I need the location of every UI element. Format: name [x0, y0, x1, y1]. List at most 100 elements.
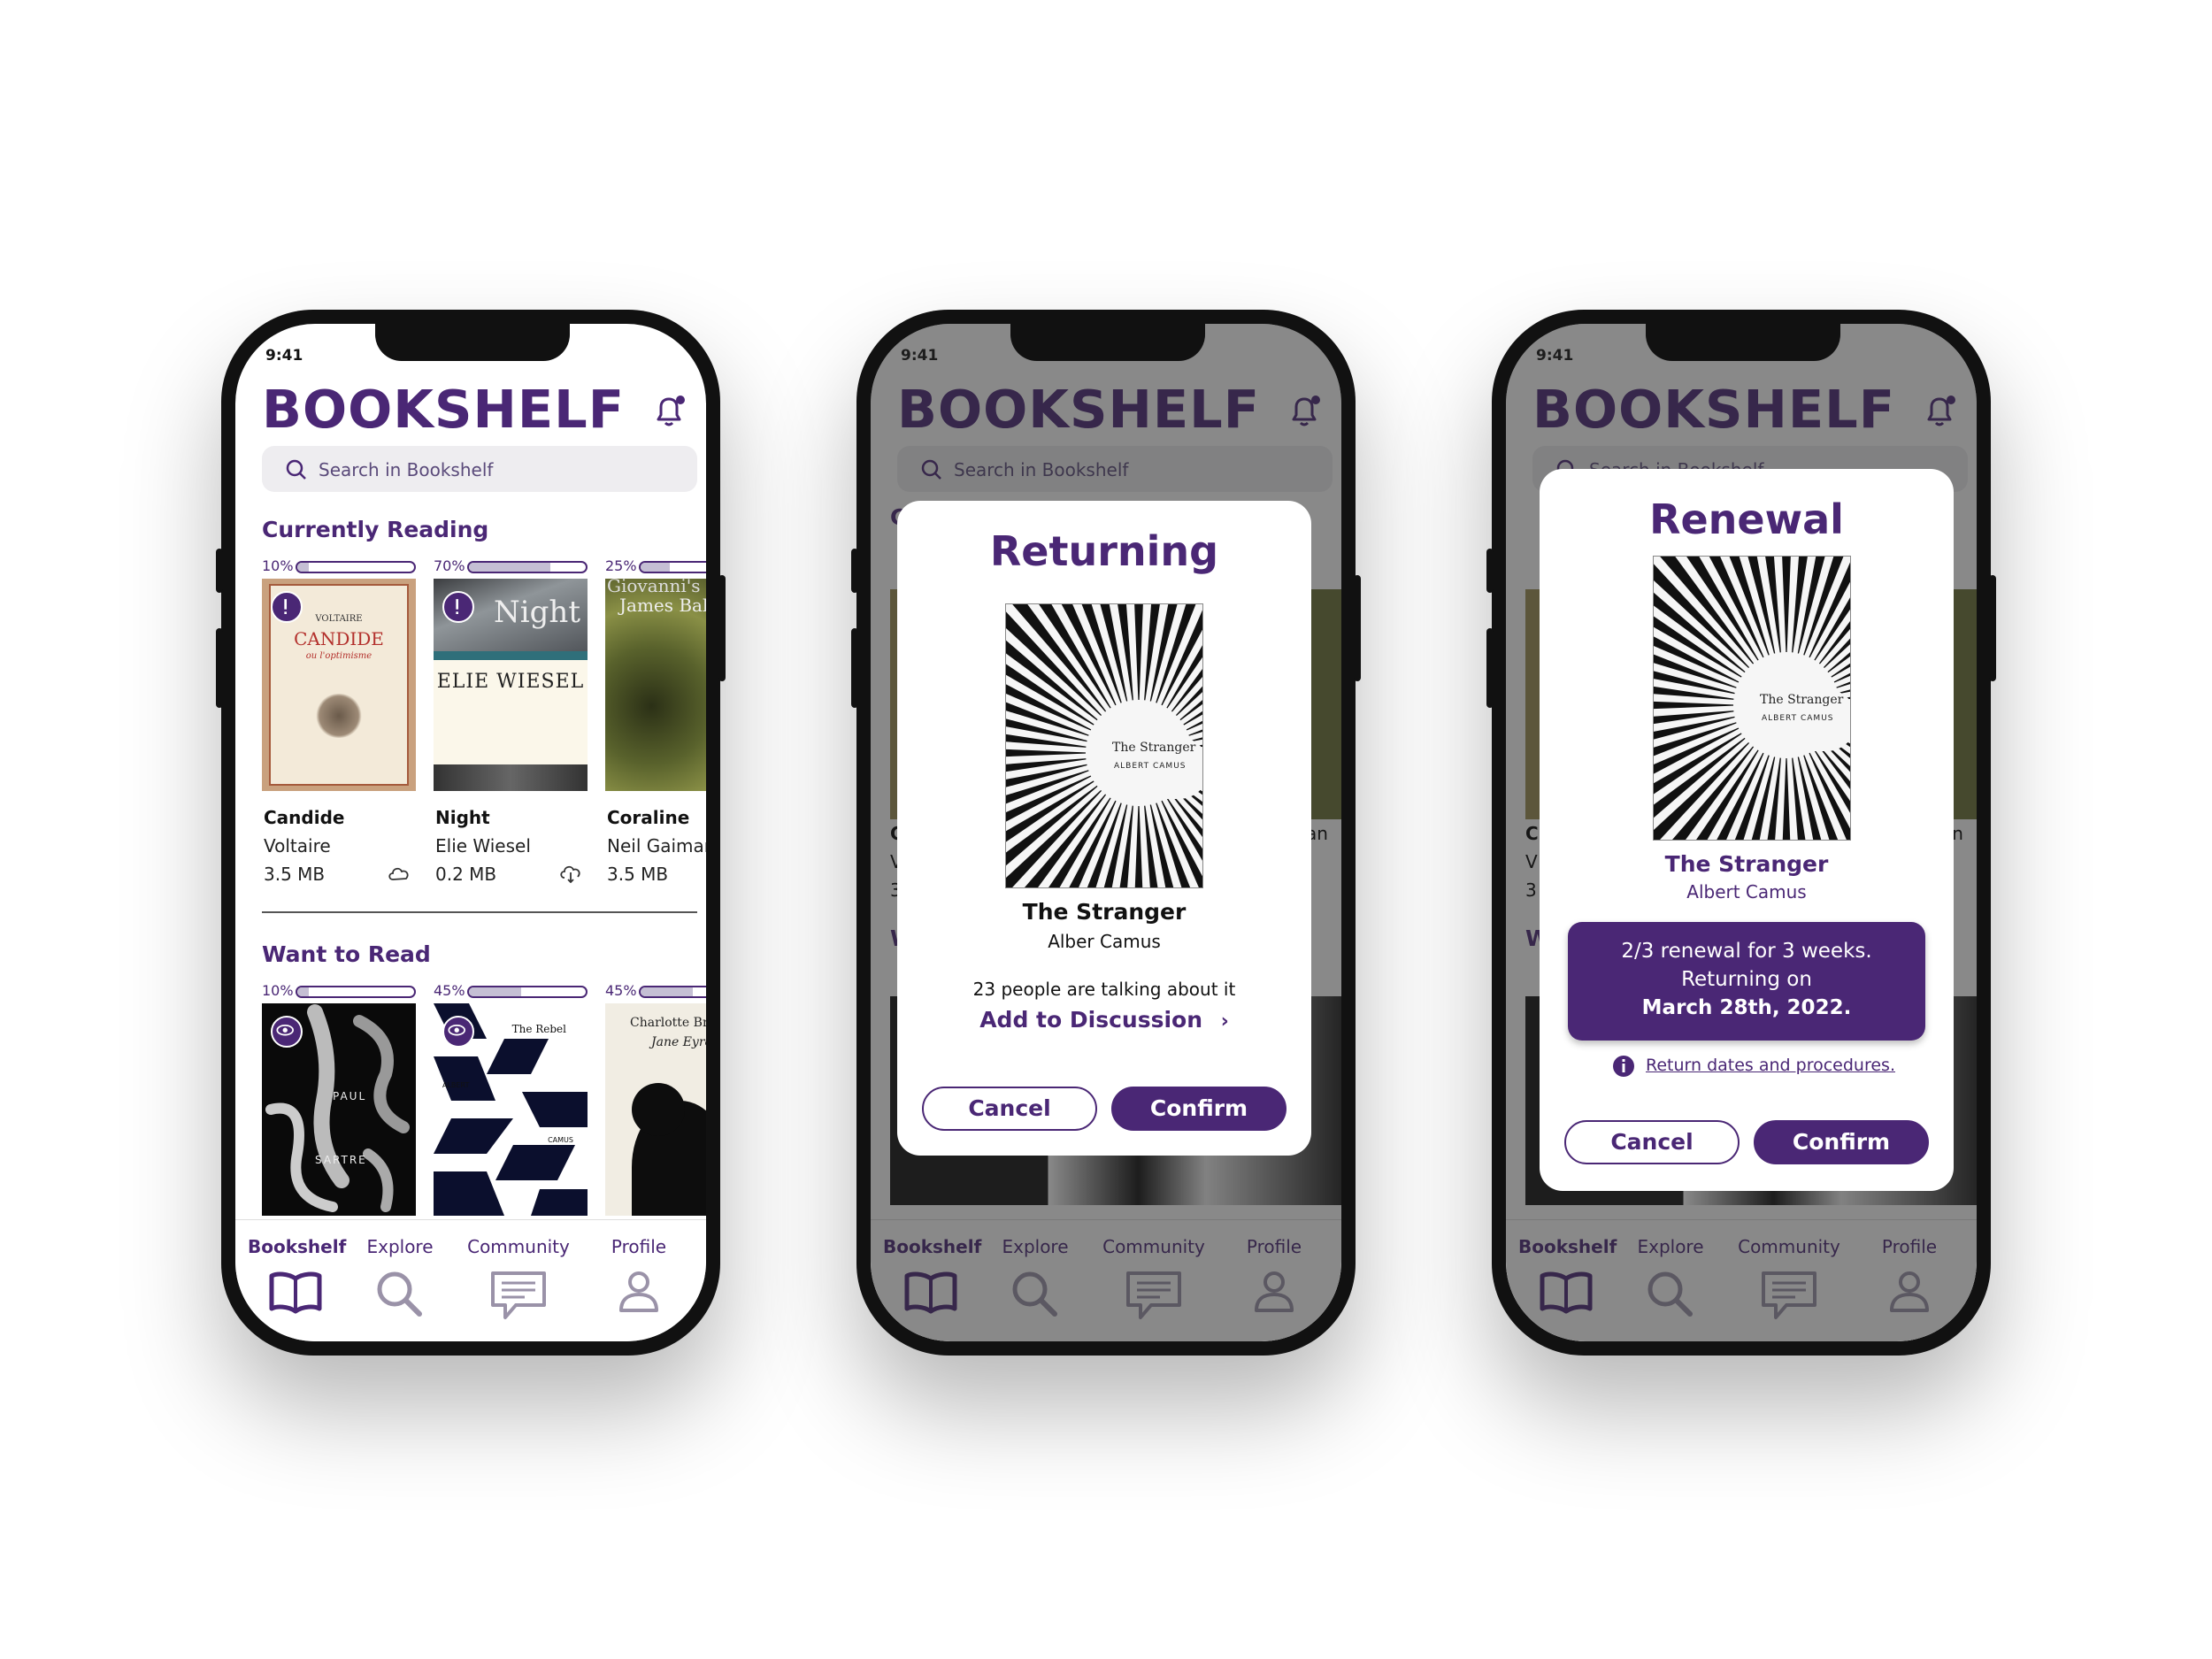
- renewal-info-line: 2/3 renewal for 3 weeks.: [1621, 940, 1872, 963]
- book-title: The Stranger: [1664, 851, 1829, 877]
- cover-title: Giovanni's R: [607, 579, 706, 596]
- book-author: Albert Camus: [1686, 881, 1807, 902]
- tab-label: Bookshelf: [248, 1236, 347, 1257]
- progress-bar: [296, 986, 416, 998]
- user-icon: [619, 1271, 658, 1312]
- return-procedures-link[interactable]: Return dates and procedures.: [1612, 1053, 1895, 1079]
- tab-label: Community: [467, 1236, 570, 1257]
- link-label: Add to Discussion: [979, 1007, 1202, 1033]
- cover-author: Charlotte Bron: [630, 1016, 706, 1030]
- eye-icon: [276, 1025, 294, 1036]
- book-title: The Stranger: [1022, 899, 1187, 925]
- progress-bar: [467, 986, 588, 998]
- section-want-to-read: Want to Read: [262, 941, 431, 967]
- book-cover-the-stranger: The Stranger ALBERT CAMUS: [1005, 603, 1203, 888]
- book-cover[interactable]: Giovanni's R James Bald: [605, 579, 706, 791]
- progress-fill: [469, 987, 522, 996]
- cover-author: ELIE WIESEL: [436, 671, 585, 693]
- progress-bar: [296, 561, 416, 573]
- book-size: 0.2 MB: [435, 864, 497, 885]
- book-title: Night: [435, 807, 490, 828]
- book-cover[interactable]: The Rebel ALBERT CAMUS: [434, 1003, 588, 1216]
- progress-fill: [297, 987, 310, 996]
- info-icon: [1613, 1056, 1634, 1077]
- cloud-download-icon[interactable]: [559, 864, 582, 883]
- discussion-count: 23 people are talking about it: [972, 979, 1236, 1000]
- alert-icon: [284, 599, 287, 614]
- progress-bar: [639, 986, 706, 998]
- book-cover-the-stranger: The Stranger ALBERT CAMUS: [1653, 556, 1851, 841]
- cancel-button[interactable]: Cancel: [1564, 1120, 1740, 1164]
- mockup-stage: 9:41 BOOKSHELF Search in Bookshelf Curre…: [0, 0, 2212, 1659]
- tab-explore[interactable]: Explore: [352, 1236, 448, 1317]
- book-size: 3.5 MB: [607, 864, 669, 885]
- tab-label: Profile: [611, 1236, 667, 1257]
- book-author: Voltaire: [264, 835, 331, 856]
- cover-text: SARTRE: [315, 1154, 367, 1166]
- progress-percent: 10%: [262, 557, 294, 574]
- progress-fill: [641, 563, 670, 572]
- search-icon: [377, 1271, 422, 1317]
- progress-percent: 25%: [605, 557, 637, 574]
- cover-author: CAMUS: [548, 1136, 573, 1144]
- book-author: Alber Camus: [1048, 931, 1161, 952]
- book-title: Coraline: [607, 807, 690, 828]
- section-divider: [262, 911, 697, 913]
- cover-title: Jane Eyre: [651, 1035, 706, 1049]
- status-time: 9:41: [265, 347, 303, 365]
- notch: [1646, 324, 1840, 361]
- dialog-title: Renewal: [1649, 495, 1844, 543]
- search-input[interactable]: Search in Bookshelf: [262, 446, 697, 492]
- screen: 9:41 BOOKSHELF Search in Bookshelf Curre…: [235, 324, 706, 1341]
- returning-dialog: Returning The Stranger ALBERT CAMUS The …: [897, 501, 1311, 1156]
- phone-bookshelf: 9:41 BOOKSHELF Search in Bookshelf Curre…: [216, 310, 726, 1356]
- cover-title: CANDIDE: [294, 628, 384, 649]
- search-icon: [286, 459, 306, 480]
- renewal-return-date: March 28th, 2022.: [1641, 996, 1852, 1019]
- renewal-info-box: 2/3 renewal for 3 weeks. Returning on Ma…: [1568, 922, 1925, 1041]
- eye-icon: [448, 1025, 465, 1036]
- cover-author: ALBERT: [442, 1081, 470, 1089]
- notification-bell-icon[interactable]: [649, 391, 688, 430]
- book-author: Elie Wiesel: [435, 835, 531, 856]
- page-title: BOOKSHELF: [262, 379, 626, 440]
- cover-text: PAUL: [333, 1090, 367, 1102]
- book-cover[interactable]: Charlotte Bron Jane Eyre: [605, 1003, 706, 1216]
- confirm-button[interactable]: Confirm: [1754, 1120, 1929, 1164]
- progress-percent: 70%: [434, 557, 465, 574]
- progress-percent: 10%: [262, 982, 294, 999]
- chat-icon: [491, 1271, 546, 1319]
- eye-badge: [271, 1016, 303, 1048]
- cover-subtitle: ou l'optimisme: [305, 651, 373, 661]
- progress-fill: [469, 563, 551, 572]
- search-placeholder: Search in Bookshelf: [319, 459, 494, 480]
- book-open-icon: [269, 1271, 322, 1314]
- progress-fill: [297, 563, 310, 572]
- progress-percent: 45%: [605, 982, 637, 999]
- book-cover[interactable]: PAUL SARTRE: [262, 1003, 416, 1216]
- cover-author: ALBERT CAMUS: [1762, 714, 1834, 723]
- tab-bookshelf[interactable]: Bookshelf: [248, 1236, 347, 1314]
- cover-title: The Stranger: [1112, 741, 1196, 755]
- cover-title: Night: [494, 595, 580, 630]
- book-author: Neil Gaiman: [607, 835, 706, 856]
- progress-bar: [467, 561, 588, 573]
- cover-author: James Bald: [619, 595, 706, 616]
- cloud-icon[interactable]: [388, 864, 411, 883]
- book-size: 3.5 MB: [264, 864, 326, 885]
- tab-label: Explore: [366, 1236, 434, 1257]
- add-to-discussion-link[interactable]: Add to Discussion ›: [897, 1007, 1311, 1033]
- chevron-right-icon: ›: [1220, 1010, 1229, 1033]
- confirm-button[interactable]: Confirm: [1111, 1087, 1286, 1131]
- cover-title: The Rebel: [511, 1023, 566, 1035]
- tab-profile[interactable]: Profile: [591, 1236, 687, 1314]
- book-cover[interactable]: VOLTAIRE CANDIDE ou l'optimisme: [262, 579, 416, 791]
- notch: [375, 324, 570, 361]
- tab-community[interactable]: Community: [457, 1236, 580, 1321]
- cover-title: The Stranger: [1760, 693, 1844, 707]
- cancel-button[interactable]: Cancel: [922, 1087, 1097, 1131]
- alert-badge: [271, 591, 303, 623]
- renewal-dialog: Renewal The Stranger ALBERT CAMUS The St…: [1540, 469, 1954, 1191]
- progress-bar: [639, 561, 706, 573]
- book-cover[interactable]: Night ELIE WIESEL: [434, 579, 588, 791]
